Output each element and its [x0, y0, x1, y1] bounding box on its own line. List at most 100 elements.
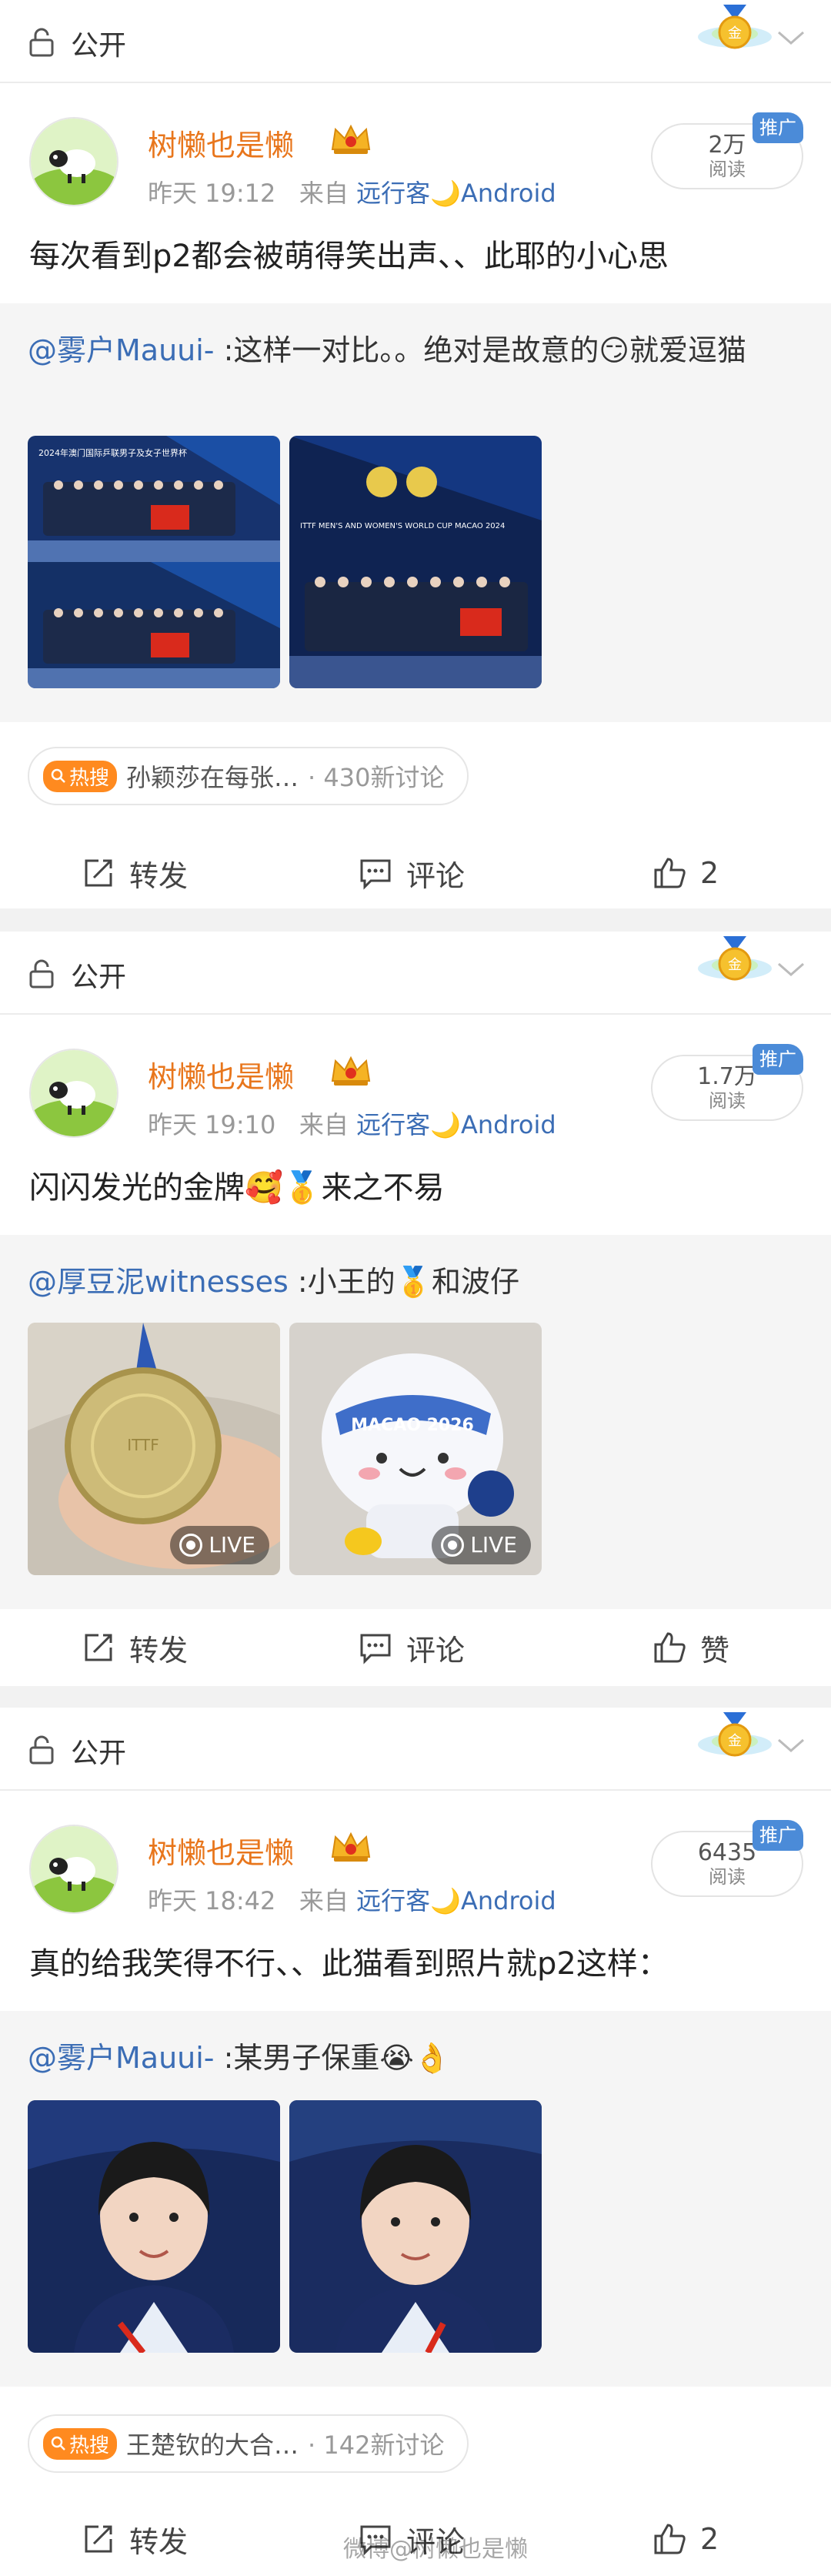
mention-link[interactable]: @雾户Mauui- — [28, 2041, 215, 2075]
hot-badge-label: 热搜 — [69, 766, 110, 790]
repost-icon — [85, 1634, 112, 1661]
hot-search-title: 孙颖莎在每张… — [126, 763, 299, 792]
chevron-down-icon[interactable] — [774, 26, 808, 49]
repost-icon — [85, 2525, 112, 2553]
live-label: LIVE — [209, 1532, 255, 1557]
visibility-label: 公开 — [71, 1738, 127, 1769]
quoted-body: :小王的🥇和波仔 — [288, 1265, 519, 1299]
repost-button[interactable]: 转发 — [82, 2501, 188, 2576]
quoted-body: :某男子保重😭👌 — [214, 2041, 451, 2075]
promo-badge[interactable]: 推广 — [753, 1820, 803, 1851]
live-icon — [441, 1534, 465, 1557]
hot-search-tag[interactable]: 热搜 王楚钦的大合… · 142新讨论 — [28, 2414, 469, 2473]
comment-icon — [360, 1634, 391, 1664]
post-card-2: 公开 金 树懒也是懒 昨天 19:10 来自 远行客🌙Android 1.7万 … — [0, 932, 831, 1686]
vip-crown-icon[interactable] — [328, 1053, 374, 1089]
username[interactable]: 树懒也是懒 — [148, 1829, 294, 1872]
hot-search-tag[interactable]: 热搜 孙颖莎在每张… · 430新讨论 — [28, 747, 469, 805]
quoted-text: @厚豆泥witnesses :小王的🥇和波仔 — [28, 1261, 805, 1303]
image-caption: MACAO 2026 — [351, 1416, 474, 1435]
repost-label: 转发 — [129, 858, 189, 893]
chevron-down-icon[interactable] — [774, 1734, 808, 1757]
repost-button[interactable]: 转发 — [82, 835, 188, 912]
post-meta: 昨天 19:12 来自 远行客🌙Android — [148, 174, 556, 209]
read-label: 阅读 — [709, 159, 746, 180]
live-icon — [179, 1534, 203, 1557]
post-text: 闪闪发光的金牌🥰🥇来之不易 — [29, 1170, 445, 1206]
live-photo-thumbnail[interactable]: MACAO 2026 LIVE — [289, 1323, 542, 1575]
svg-text:ITTF: ITTF — [127, 1436, 159, 1454]
chevron-down-icon[interactable] — [774, 958, 808, 981]
gold-medal-icon: 金 — [698, 1712, 772, 1757]
like-button[interactable]: 2 — [652, 2501, 719, 2576]
post-time: 昨天 19:10 — [148, 1110, 276, 1139]
comment-button[interactable]: 评论 — [359, 835, 465, 912]
visibility-bar: 公开 金 — [0, 0, 831, 83]
image-thumbnail[interactable]: 2024年澳门国际乒联男子及女子世界杯 — [28, 436, 280, 688]
mention-link[interactable]: @厚豆泥witnesses — [28, 1265, 289, 1299]
comment-icon — [360, 859, 391, 890]
post-time: 昨天 18:42 — [148, 1886, 276, 1915]
image-thumbnail[interactable] — [28, 2100, 280, 2353]
visibility-bar: 公开 金 — [0, 1708, 831, 1791]
hot-search-title: 王楚钦的大合… — [126, 2430, 299, 2460]
promo-badge[interactable]: 推广 — [753, 1044, 803, 1075]
post-source[interactable]: 远行客🌙Android — [356, 179, 556, 208]
hot-search-badge: 热搜 — [43, 2427, 118, 2460]
thumbs-up-icon — [654, 1632, 686, 1663]
avatar[interactable] — [29, 1049, 118, 1138]
quoted-post[interactable]: @雾户Mauui- :某男子保重😭👌 — [0, 2011, 831, 2387]
quoted-body: :这样一对比。。绝对是故意的😏就爱逗猫 — [214, 333, 747, 367]
mention-link[interactable]: @雾户Mauui- — [28, 333, 215, 367]
quoted-post[interactable]: @雾户Mauui- :这样一对比。。绝对是故意的😏就爱逗猫 2024年澳门国际乒… — [0, 303, 831, 722]
action-bar: 转发 评论 2 — [0, 835, 831, 912]
repost-icon — [85, 859, 112, 887]
live-photo-thumbnail[interactable]: ITTF LIVE — [28, 1323, 280, 1575]
image-caption: ITTF MEN'S AND WOMEN'S WORLD CUP MACAO 2… — [300, 522, 505, 530]
comment-button[interactable]: 评论 — [359, 1609, 465, 1686]
hot-search-count: · 430新讨论 — [308, 763, 445, 792]
comment-label: 评论 — [406, 858, 466, 893]
username[interactable]: 树懒也是懒 — [148, 1053, 294, 1096]
like-button[interactable]: 2 — [652, 835, 719, 912]
like-button[interactable]: 赞 — [652, 1609, 729, 1686]
post-separator — [0, 908, 831, 932]
repost-label: 转发 — [129, 1633, 189, 1668]
read-label: 阅读 — [709, 1090, 746, 1112]
post-card-1: 公开 金 树懒也是懒 昨天 19:12 来自 远行客🌙Android 2万 阅读… — [0, 0, 831, 908]
hot-search-count: · 142新讨论 — [308, 2430, 445, 2460]
quoted-text: @雾户Mauui- :某男子保重😭👌 — [28, 2037, 805, 2079]
promo-badge[interactable]: 推广 — [753, 112, 803, 143]
svg-text:金: 金 — [728, 25, 742, 42]
svg-text:金: 金 — [728, 1733, 742, 1749]
from-label: 来自 — [299, 1886, 349, 1915]
gold-medal-icon: 金 — [698, 5, 772, 49]
lock-icon — [29, 28, 54, 57]
thumbs-up-icon — [654, 858, 686, 888]
lock-icon — [29, 959, 54, 989]
avatar[interactable] — [29, 117, 118, 206]
thumbs-up-icon — [654, 2524, 686, 2554]
visibility-label: 公开 — [71, 30, 127, 62]
post-meta: 昨天 18:42 来自 远行客🌙Android — [148, 1882, 556, 1917]
image-thumbnail[interactable]: ITTF MEN'S AND WOMEN'S WORLD CUP MACAO 2… — [289, 436, 542, 688]
repost-button[interactable]: 转发 — [82, 1609, 188, 1686]
like-count: 2 — [700, 856, 719, 890]
live-badge: LIVE — [432, 1526, 531, 1564]
from-label: 来自 — [299, 179, 349, 208]
vip-crown-icon[interactable] — [328, 122, 374, 157]
like-count: 2 — [700, 2522, 719, 2556]
post-source[interactable]: 远行客🌙Android — [356, 1110, 556, 1139]
avatar[interactable] — [29, 1825, 118, 1914]
live-label: LIVE — [470, 1532, 517, 1557]
post-meta: 昨天 19:10 来自 远行客🌙Android — [148, 1106, 556, 1141]
visibility-label: 公开 — [71, 962, 127, 993]
comment-label: 评论 — [406, 1633, 466, 1668]
image-thumbnail[interactable] — [289, 2100, 542, 2353]
post-separator — [0, 1686, 831, 1708]
vip-crown-icon[interactable] — [328, 1829, 374, 1865]
quoted-post[interactable]: @厚豆泥witnesses :小王的🥇和波仔 ITTF LIVE MACAO 2… — [0, 1235, 831, 1609]
username[interactable]: 树懒也是懒 — [148, 122, 294, 164]
post-source[interactable]: 远行客🌙Android — [356, 1886, 556, 1915]
search-icon — [51, 2436, 65, 2451]
